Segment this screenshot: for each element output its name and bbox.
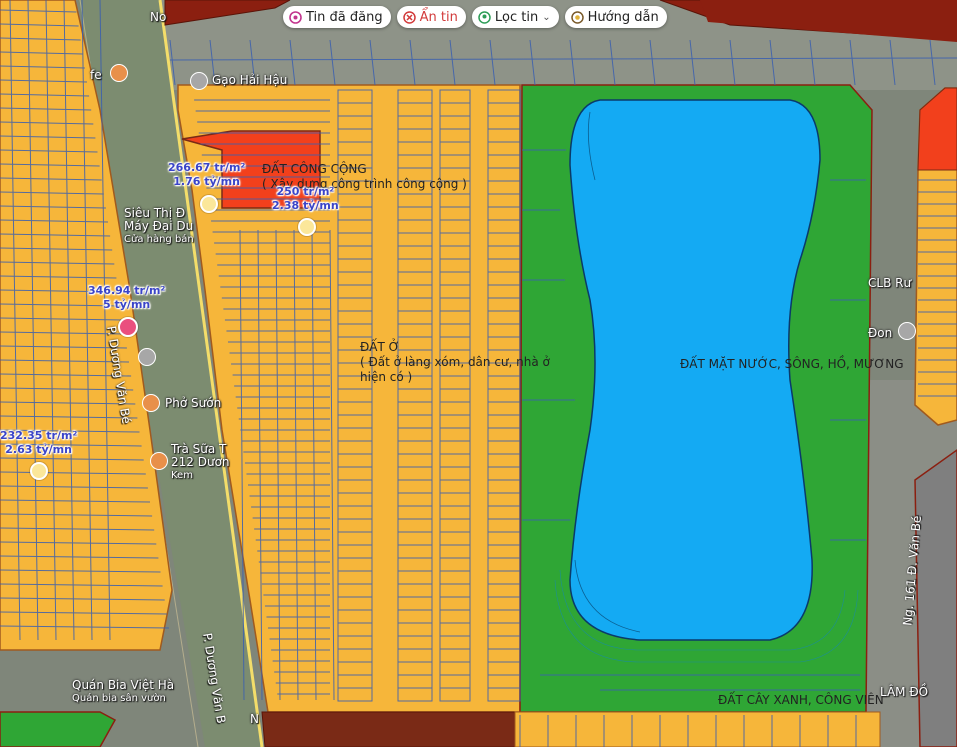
hide-icon — [402, 10, 416, 24]
poi-n[interactable]: N — [250, 712, 259, 726]
poi-sieu-thi[interactable]: Siêu Thị Đ Máy Đại Du Cửa hàng bán — [124, 207, 194, 246]
price-per-m2: 250 tr/m² — [276, 185, 335, 198]
chevron-down-icon: ⌄ — [542, 11, 551, 23]
cafe-icon[interactable] — [110, 64, 128, 82]
price-per-m2: 346.94 tr/m² — [88, 284, 166, 297]
poi-don[interactable]: Đon — [868, 326, 892, 340]
guide-chip[interactable]: Hướng dẫn — [564, 6, 667, 28]
poi-line: Quán bia sân vườn — [72, 693, 166, 704]
poi-pho[interactable]: Phở Sướn — [165, 396, 221, 410]
poi-clb[interactable]: CLB Rư — [868, 276, 911, 290]
poi-gao-hai-hau[interactable]: Gạo Hải Hậu — [212, 73, 287, 87]
price-total: 5 tỷ/mn — [103, 298, 151, 311]
price-label[interactable]: 232.35 tr/m² 2.63 tỷ/mn — [0, 429, 77, 457]
listing-pin-selected[interactable] — [118, 317, 138, 337]
map-toolbar: Tin đã đăng Ẩn tin Lọc tin ⌄ Hướng dẫn — [283, 6, 667, 28]
chip-label: Lọc tin — [494, 9, 539, 25]
listing-pin[interactable] — [298, 218, 316, 236]
price-per-m2: 232.35 tr/m² — [0, 429, 78, 442]
zone-subtitle: ( Đất ở làng xóm, dân cư, nhà ở — [360, 355, 550, 369]
price-total: 1.76 tỷ/mn — [173, 175, 240, 188]
drink-icon[interactable] — [150, 452, 168, 470]
poi-line: Máy Đại Du — [124, 219, 194, 233]
posted-listings-chip[interactable]: Tin đã đăng — [283, 6, 391, 28]
price-total: 2.63 tỷ/mn — [5, 443, 72, 456]
price-label[interactable]: 266.67 tr/m² 1.76 tỷ/mn — [168, 161, 245, 189]
poi-line: Quán Bia Việt Hà — [72, 678, 175, 692]
price-per-m2: 266.67 tr/m² — [168, 161, 246, 174]
posted-icon — [289, 10, 302, 24]
price-label[interactable]: 250 tr/m² 2.38 tỷ/mn — [272, 185, 339, 213]
filter-listings-chip[interactable]: Lọc tin ⌄ — [471, 6, 559, 28]
chip-label: Tin đã đăng — [306, 9, 383, 25]
food-icon[interactable] — [142, 394, 160, 412]
price-label[interactable]: 346.94 tr/m² 5 tỷ/mn — [88, 284, 165, 312]
chip-label: Hướng dẫn — [587, 9, 659, 25]
poi-cafe[interactable]: fe — [90, 68, 102, 82]
guide-icon — [570, 10, 584, 24]
chip-label: Ẩn tin — [419, 9, 458, 25]
zone-title: ĐẤT Ở — [360, 340, 400, 354]
poi-tra-sua[interactable]: Trà Sữa T 212 Dươn Kem — [171, 443, 230, 482]
poi-line: Kem — [171, 470, 193, 481]
listing-pin[interactable] — [200, 195, 218, 213]
poi-quan-bia[interactable]: Quán Bia Việt Hà Quán bia sân vườn — [72, 679, 174, 705]
zone-subtitle: hiện có ) — [360, 370, 413, 384]
poi-lam-do[interactable]: LÂM ĐỒ — [880, 685, 928, 699]
price-total: 2.38 tỷ/mn — [272, 199, 339, 212]
listing-pin[interactable] — [30, 462, 48, 480]
hide-listings-chip[interactable]: Ẩn tin — [396, 6, 466, 28]
poi-line: Cửa hàng bán — [124, 234, 194, 245]
place-icon[interactable] — [138, 348, 156, 366]
zone-label-green: ĐẤT CÂY XANH, CÔNG VIÊN — [718, 693, 884, 707]
zone-title: ĐẤT CÔNG CỘNG — [262, 162, 367, 176]
shop-icon[interactable] — [190, 72, 208, 90]
place-icon[interactable] — [898, 322, 916, 340]
zone-label-water: ĐẤT MẶT NƯỚC, SÔNG, HỒ, MƯƠNG — [680, 357, 904, 371]
zone-label-residential: ĐẤT Ở ( Đất ở làng xóm, dân cư, nhà ở hi… — [360, 340, 550, 385]
poi-no[interactable]: No — [150, 10, 166, 24]
filter-pin-icon — [478, 10, 491, 24]
poi-line: 212 Dươn — [171, 455, 230, 469]
